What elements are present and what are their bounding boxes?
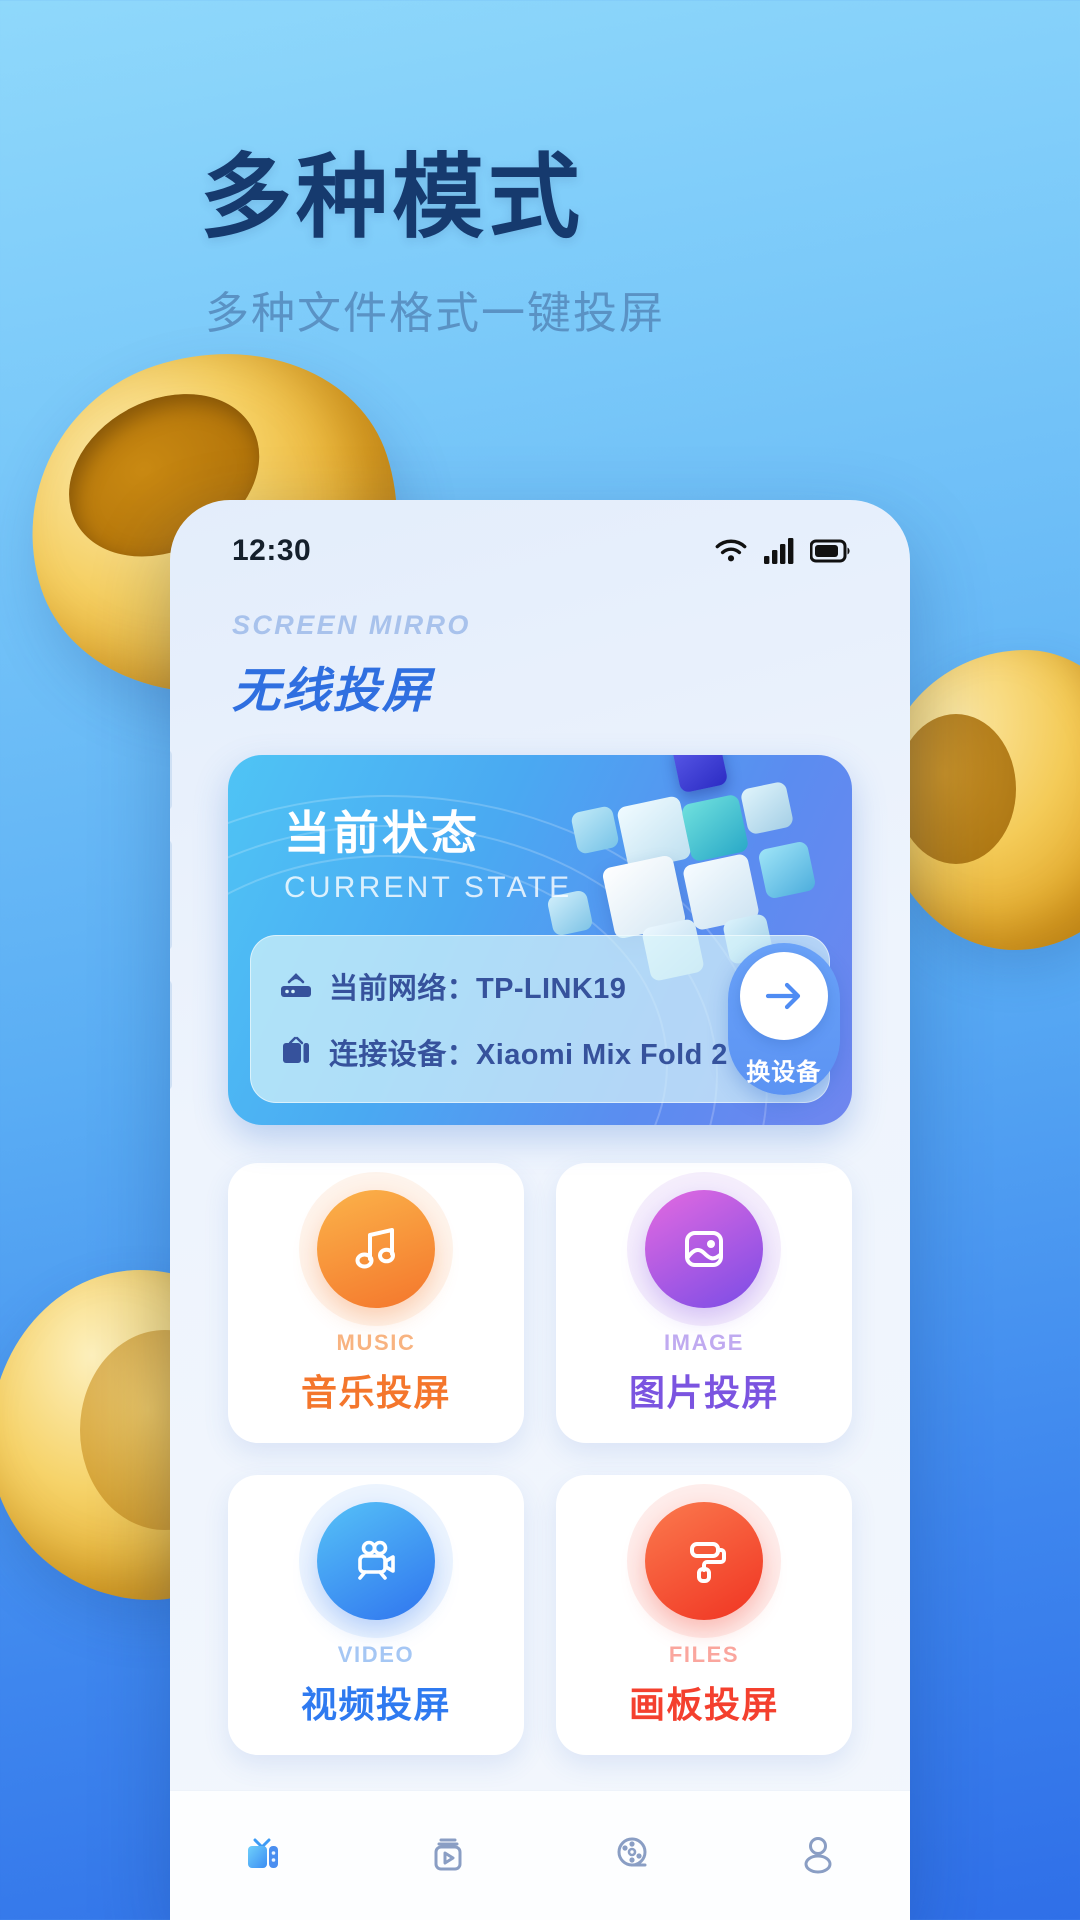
switch-device-button[interactable]: 换设备 (727, 943, 840, 1095)
tab-profile[interactable] (758, 1827, 878, 1884)
current-network-row: 当前网络：TP-LINK19 (279, 965, 728, 1007)
app-title: 无线投屏 (232, 665, 433, 718)
current-state-card[interactable]: 当前状态 CURRENT STATE 当前网络：TP-LINK19 连接设备：X… (228, 755, 852, 1125)
person-icon (792, 1827, 844, 1884)
phone-side-button-mute (170, 750, 172, 810)
connected-device-row: 连接设备：Xiaomi Mix Fold 2 (279, 1031, 728, 1073)
switch-device-label: 换设备 (746, 1058, 822, 1086)
router-icon (279, 969, 313, 1004)
photo-icon (645, 1190, 763, 1308)
tv-icon (279, 1034, 313, 1071)
tile-image-en: IMAGE (663, 1330, 745, 1355)
app-header: SCREEN MIRRO 无线投屏 (170, 586, 910, 721)
media-play-box-icon (422, 1827, 474, 1884)
connected-device-label: 连接设备：Xiaomi Mix Fold 2 (329, 1039, 728, 1071)
phone-side-button-volume-down (170, 980, 172, 1090)
tile-video[interactable]: VIDEO 视频投屏 (228, 1475, 524, 1755)
app-kicker: SCREEN MIRRO (232, 610, 471, 640)
film-reel-icon (607, 1827, 659, 1884)
tile-music[interactable]: MUSIC 音乐投屏 (228, 1163, 524, 1443)
decor-blob-right (880, 650, 1080, 950)
music-note-icon (317, 1190, 435, 1308)
video-camera-icon (317, 1502, 435, 1620)
current-network-label: 当前网络：TP-LINK19 (329, 973, 627, 1005)
phone-side-button-volume-up (170, 840, 172, 950)
tile-music-en: MUSIC (336, 1330, 416, 1355)
tab-cast[interactable] (203, 1827, 323, 1884)
tile-files[interactable]: FILES 画板投屏 (556, 1475, 852, 1755)
tile-files-cn: 画板投屏 (628, 1684, 779, 1725)
tile-music-cn: 音乐投屏 (300, 1372, 451, 1413)
tile-image-cn: 图片投屏 (628, 1372, 779, 1413)
connection-info-rows: 当前网络：TP-LINK19 连接设备：Xiaomi Mix Fold 2 (279, 965, 728, 1073)
phone-mockup: 12:30 SCREEN MIRRO 无线投屏 当前状态 CURRENT STA… (170, 500, 910, 1920)
cellular-signal-icon (764, 538, 794, 564)
tile-video-cn: 视频投屏 (300, 1684, 451, 1725)
promo-header: 多种模式 多种文件格式一键投屏 (0, 0, 1080, 341)
feature-grid: MUSIC 音乐投屏 IMAGE 图片投屏 VIDEO 视频投屏 FILES 画… (228, 1163, 852, 1755)
tab-film[interactable] (573, 1827, 693, 1884)
status-bar-clock: 12:30 (232, 534, 312, 567)
tile-files-en: FILES (668, 1642, 740, 1667)
state-card-heading: 当前状态 CURRENT STATE (228, 755, 852, 905)
connection-info-panel: 当前网络：TP-LINK19 连接设备：Xiaomi Mix Fold 2 换设… (250, 935, 840, 1103)
state-card-title: 当前状态 (284, 807, 480, 859)
promo-subtitle: 多种文件格式一键投屏 (205, 288, 665, 338)
promo-title: 多种模式 (200, 147, 585, 249)
tab-media[interactable] (388, 1827, 508, 1884)
status-bar-icons (714, 538, 852, 564)
tile-video-en: VIDEO (337, 1642, 415, 1667)
wifi-icon (714, 538, 748, 564)
battery-icon (810, 539, 852, 563)
arrow-right-icon (739, 951, 828, 1040)
state-card-title-en: CURRENT STATE (284, 871, 573, 904)
paint-roller-icon (645, 1502, 763, 1620)
status-bar: 12:30 (170, 500, 910, 586)
tv-cast-icon (237, 1827, 289, 1884)
tile-image[interactable]: IMAGE 图片投屏 (556, 1163, 852, 1443)
bottom-tab-bar (170, 1790, 910, 1920)
